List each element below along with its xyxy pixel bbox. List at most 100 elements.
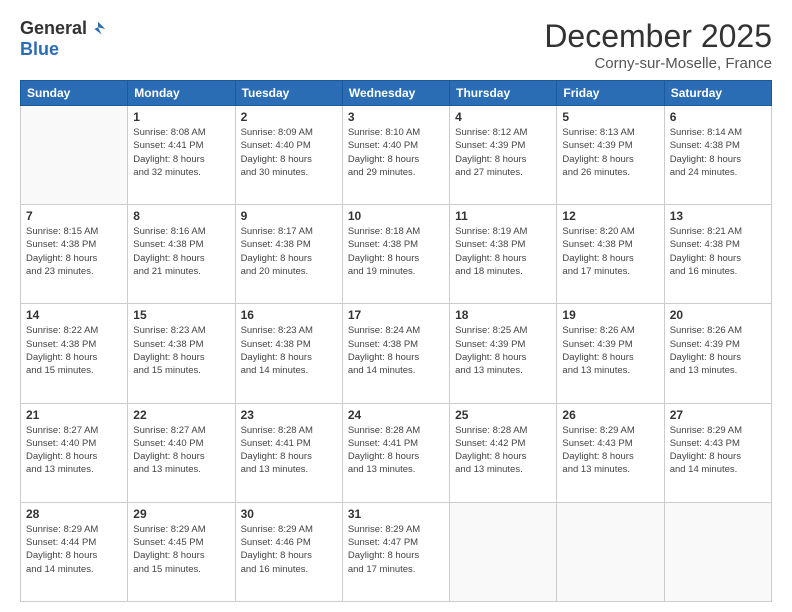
day-number: 28	[26, 507, 122, 521]
day-number: 2	[241, 110, 337, 124]
day-info: Sunrise: 8:23 AM Sunset: 4:38 PM Dayligh…	[133, 324, 229, 377]
day-info: Sunrise: 8:29 AM Sunset: 4:44 PM Dayligh…	[26, 523, 122, 576]
calendar-cell: 11Sunrise: 8:19 AM Sunset: 4:38 PM Dayli…	[450, 205, 557, 304]
day-number: 27	[670, 408, 766, 422]
day-info: Sunrise: 8:24 AM Sunset: 4:38 PM Dayligh…	[348, 324, 444, 377]
calendar-day-header: Monday	[128, 81, 235, 106]
calendar-cell: 3Sunrise: 8:10 AM Sunset: 4:40 PM Daylig…	[342, 106, 449, 205]
day-number: 4	[455, 110, 551, 124]
day-number: 6	[670, 110, 766, 124]
day-info: Sunrise: 8:29 AM Sunset: 4:43 PM Dayligh…	[670, 424, 766, 477]
calendar-day-header: Friday	[557, 81, 664, 106]
calendar-cell: 16 Sunrise: 8:23 AM Sunset: 4:38 PM Dayli…	[235, 304, 342, 403]
calendar-cell: 29 Sunrise: 8:29 AM Sunset: 4:45 PM Dayli…	[128, 502, 235, 601]
logo-bird-icon	[89, 20, 107, 38]
calendar-cell: 2 Sunrise: 8:09 AM Sunset: 4:40 PM Daylig…	[235, 106, 342, 205]
day-number: 9	[241, 209, 337, 223]
day-number: 16	[241, 308, 337, 322]
calendar-week-row: 21 Sunrise: 8:27 AM Sunset: 4:40 PM Dayli…	[21, 403, 772, 502]
day-info: Sunrise: 8:26 AM Sunset: 4:39 PM Dayligh…	[562, 324, 658, 377]
day-info: Sunrise: 8:27 AM Sunset: 4:40 PM Dayligh…	[26, 424, 122, 477]
logo-blue: Blue	[20, 39, 59, 60]
day-info: Sunrise: 8:08 AM Sunset: 4:41 PM Dayligh…	[133, 126, 229, 179]
calendar-cell: 24 Sunrise: 8:28 AM Sunset: 4:41 PM Dayli…	[342, 403, 449, 502]
day-number: 20	[670, 308, 766, 322]
day-info: Sunrise: 8:13 AM Sunset: 4:39 PM Dayligh…	[562, 126, 658, 179]
day-number: 19	[562, 308, 658, 322]
day-info: Sunrise: 8:28 AM Sunset: 4:42 PM Dayligh…	[455, 424, 551, 477]
day-number: 3	[348, 110, 444, 124]
title-section: December 2025 Corny-sur-Moselle, France	[544, 18, 772, 72]
day-number: 13	[670, 209, 766, 223]
day-number: 12	[562, 209, 658, 223]
logo-general: General	[20, 18, 87, 39]
day-info: Sunrise: 8:29 AM Sunset: 4:45 PM Dayligh…	[133, 523, 229, 576]
day-number: 25	[455, 408, 551, 422]
day-info: Sunrise: 8:14 AM Sunset: 4:38 PM Dayligh…	[670, 126, 766, 179]
location-title: Corny-sur-Moselle, France	[544, 55, 772, 72]
day-number: 30	[241, 507, 337, 521]
calendar-cell: 28 Sunrise: 8:29 AM Sunset: 4:44 PM Dayli…	[21, 502, 128, 601]
day-number: 24	[348, 408, 444, 422]
day-info: Sunrise: 8:28 AM Sunset: 4:41 PM Dayligh…	[241, 424, 337, 477]
calendar-cell: 30 Sunrise: 8:29 AM Sunset: 4:46 PM Dayli…	[235, 502, 342, 601]
calendar-day-header: Thursday	[450, 81, 557, 106]
day-info: Sunrise: 8:17 AM Sunset: 4:38 PM Dayligh…	[241, 225, 337, 278]
day-info: Sunrise: 8:22 AM Sunset: 4:38 PM Dayligh…	[26, 324, 122, 377]
day-info: Sunrise: 8:29 AM Sunset: 4:43 PM Dayligh…	[562, 424, 658, 477]
calendar-day-header: Saturday	[664, 81, 771, 106]
day-info: Sunrise: 8:19 AM Sunset: 4:38 PM Dayligh…	[455, 225, 551, 278]
day-info: Sunrise: 8:26 AM Sunset: 4:39 PM Dayligh…	[670, 324, 766, 377]
day-number: 14	[26, 308, 122, 322]
day-number: 17	[348, 308, 444, 322]
day-number: 1	[133, 110, 229, 124]
calendar-week-row: 7 Sunrise: 8:15 AM Sunset: 4:38 PM Daylig…	[21, 205, 772, 304]
calendar-cell: 9 Sunrise: 8:17 AM Sunset: 4:38 PM Daylig…	[235, 205, 342, 304]
calendar-cell	[21, 106, 128, 205]
day-info: Sunrise: 8:25 AM Sunset: 4:39 PM Dayligh…	[455, 324, 551, 377]
day-info: Sunrise: 8:20 AM Sunset: 4:38 PM Dayligh…	[562, 225, 658, 278]
day-info: Sunrise: 8:23 AM Sunset: 4:38 PM Dayligh…	[241, 324, 337, 377]
calendar-cell: 25 Sunrise: 8:28 AM Sunset: 4:42 PM Dayli…	[450, 403, 557, 502]
day-number: 8	[133, 209, 229, 223]
calendar-cell: 17 Sunrise: 8:24 AM Sunset: 4:38 PM Dayli…	[342, 304, 449, 403]
calendar-cell: 26 Sunrise: 8:29 AM Sunset: 4:43 PM Dayli…	[557, 403, 664, 502]
calendar-day-header: Wednesday	[342, 81, 449, 106]
day-number: 15	[133, 308, 229, 322]
calendar-cell	[664, 502, 771, 601]
day-info: Sunrise: 8:09 AM Sunset: 4:40 PM Dayligh…	[241, 126, 337, 179]
day-number: 5	[562, 110, 658, 124]
day-number: 7	[26, 209, 122, 223]
calendar-cell: 7 Sunrise: 8:15 AM Sunset: 4:38 PM Daylig…	[21, 205, 128, 304]
calendar: SundayMondayTuesdayWednesdayThursdayFrid…	[20, 80, 772, 602]
logo: General Blue	[20, 18, 107, 60]
calendar-cell: 21 Sunrise: 8:27 AM Sunset: 4:40 PM Dayli…	[21, 403, 128, 502]
calendar-header-row: SundayMondayTuesdayWednesdayThursdayFrid…	[21, 81, 772, 106]
calendar-day-header: Tuesday	[235, 81, 342, 106]
calendar-cell: 22Sunrise: 8:27 AM Sunset: 4:40 PM Dayli…	[128, 403, 235, 502]
day-number: 29	[133, 507, 229, 521]
calendar-cell: 5 Sunrise: 8:13 AM Sunset: 4:39 PM Daylig…	[557, 106, 664, 205]
calendar-day-header: Sunday	[21, 81, 128, 106]
page: General Blue December 2025 Corny-sur-Mos…	[0, 0, 792, 612]
calendar-week-row: 28 Sunrise: 8:29 AM Sunset: 4:44 PM Dayli…	[21, 502, 772, 601]
calendar-cell	[557, 502, 664, 601]
day-number: 31	[348, 507, 444, 521]
day-info: Sunrise: 8:29 AM Sunset: 4:46 PM Dayligh…	[241, 523, 337, 576]
calendar-cell: 18Sunrise: 8:25 AM Sunset: 4:39 PM Dayli…	[450, 304, 557, 403]
day-number: 21	[26, 408, 122, 422]
calendar-cell: 6 Sunrise: 8:14 AM Sunset: 4:38 PM Daylig…	[664, 106, 771, 205]
calendar-week-row: 1 Sunrise: 8:08 AM Sunset: 4:41 PM Daylig…	[21, 106, 772, 205]
calendar-cell: 14 Sunrise: 8:22 AM Sunset: 4:38 PM Dayli…	[21, 304, 128, 403]
calendar-cell: 8Sunrise: 8:16 AM Sunset: 4:38 PM Daylig…	[128, 205, 235, 304]
day-info: Sunrise: 8:28 AM Sunset: 4:41 PM Dayligh…	[348, 424, 444, 477]
day-info: Sunrise: 8:12 AM Sunset: 4:39 PM Dayligh…	[455, 126, 551, 179]
calendar-cell: 1 Sunrise: 8:08 AM Sunset: 4:41 PM Daylig…	[128, 106, 235, 205]
calendar-cell: 27 Sunrise: 8:29 AM Sunset: 4:43 PM Dayli…	[664, 403, 771, 502]
month-title: December 2025	[544, 18, 772, 55]
day-info: Sunrise: 8:15 AM Sunset: 4:38 PM Dayligh…	[26, 225, 122, 278]
day-info: Sunrise: 8:21 AM Sunset: 4:38 PM Dayligh…	[670, 225, 766, 278]
calendar-cell: 4 Sunrise: 8:12 AM Sunset: 4:39 PM Daylig…	[450, 106, 557, 205]
day-number: 26	[562, 408, 658, 422]
day-number: 10	[348, 209, 444, 223]
